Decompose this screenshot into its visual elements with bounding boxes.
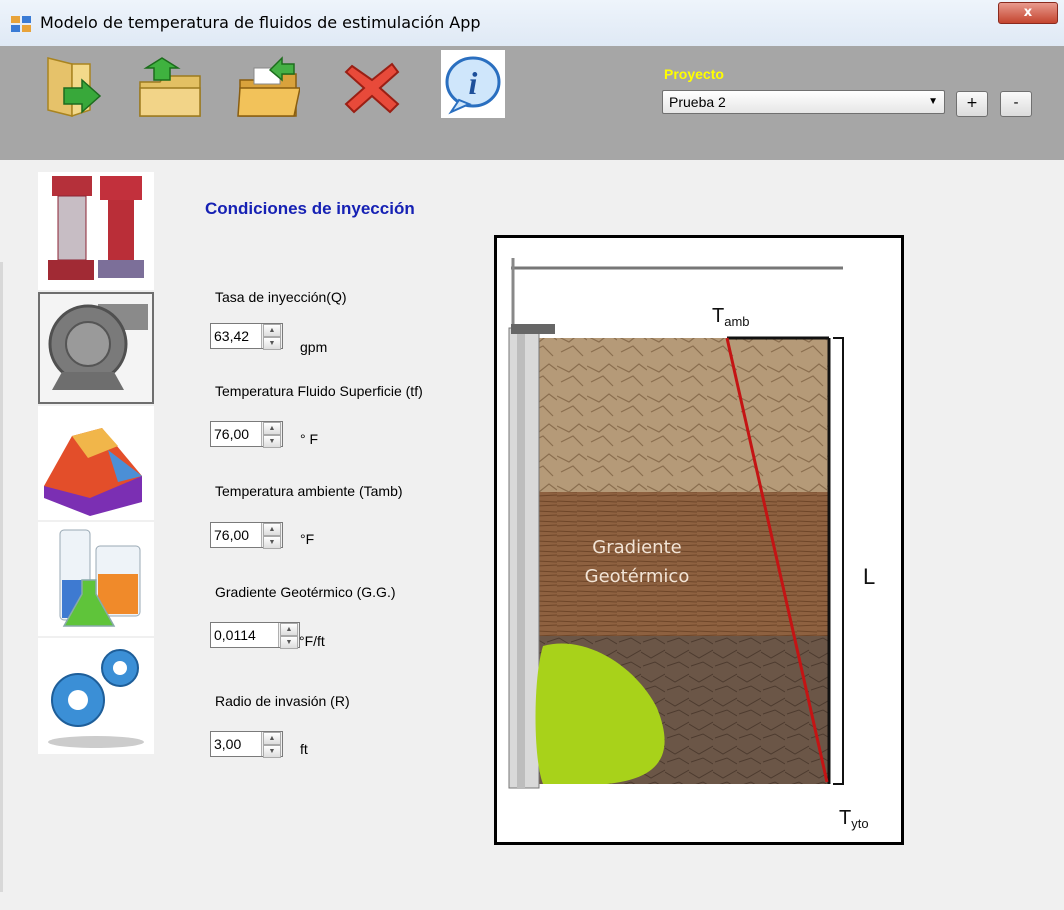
chevron-down-icon: ▼	[928, 96, 938, 107]
length-label: L	[863, 564, 875, 589]
invasion-radius-value: 3,00	[214, 736, 242, 752]
well-diagram: Tamb Gradiente Geotérmico L Tyto	[494, 235, 904, 845]
delete-x-icon[interactable]	[340, 54, 404, 118]
gradient-input[interactable]: 0,0114 ▲ ▼	[210, 622, 300, 649]
field-label-ambient-temp: Temperatura ambiente (Tamb)	[215, 483, 403, 499]
sidebar-item-pump[interactable]	[38, 292, 154, 404]
spinner[interactable]: ▲ ▼	[261, 523, 282, 549]
unit-f-2: °F	[300, 531, 315, 547]
left-edge	[0, 262, 3, 892]
info-icon[interactable]: i	[441, 50, 505, 118]
ambient-temp-input[interactable]: 76,00 ▲ ▼	[210, 522, 283, 549]
window-bottom	[0, 892, 1064, 910]
gears-icon	[48, 649, 144, 748]
project-label: Proyecto	[664, 66, 724, 82]
sidebar-item-pipes[interactable]	[38, 172, 154, 290]
surface-plot-icon	[44, 428, 142, 516]
ambient-temp-value: 76,00	[214, 527, 250, 543]
field-label-injection-rate: Tasa de inyección(Q)	[215, 289, 347, 305]
window-title: Modelo de temperatura de fluidos de esti…	[40, 13, 481, 32]
unit-f-ft: °F/ft	[299, 633, 325, 649]
app-icon	[11, 16, 31, 32]
svg-text:i: i	[469, 65, 478, 101]
t-yto-label: Tyto	[839, 807, 869, 831]
close-button[interactable]: x	[998, 2, 1058, 24]
geothermal-diagram: Tamb Gradiente Geotérmico L Tyto	[508, 258, 875, 831]
field-label-invasion-radius: Radio de invasión (R)	[215, 693, 350, 709]
gradient-label-1: Gradiente	[592, 537, 681, 558]
sidebar-item-lab[interactable]	[38, 522, 154, 636]
remove-project-button[interactable]: -	[1000, 91, 1032, 117]
invasion-radius-input[interactable]: 3,00 ▲ ▼	[210, 731, 283, 758]
save-folder-icon[interactable]	[236, 54, 300, 118]
t-amb-label: Tamb	[712, 305, 750, 329]
toolbar: i Proyecto Prueba 2 ▼ + -	[0, 46, 1064, 160]
open-folder-icon[interactable]	[42, 54, 106, 118]
sidebar-item-settings[interactable]	[38, 638, 154, 754]
field-label-gradient: Gradiente Geotérmico (G.G.)	[215, 584, 396, 600]
pipes-icon	[48, 176, 144, 280]
field-label-surface-temp: Temperatura Fluido Superficie (tf)	[215, 383, 423, 399]
section-title: Condiciones de inyección	[205, 199, 415, 218]
title-bar: Modelo de temperatura de fluidos de esti…	[0, 0, 1064, 47]
upload-folder-icon[interactable]	[138, 54, 202, 118]
injection-rate-value: 63,42	[214, 328, 250, 344]
spinner[interactable]: ▲ ▼	[261, 422, 282, 448]
spinner[interactable]: ▲ ▼	[261, 324, 282, 350]
spinner[interactable]: ▲ ▼	[278, 623, 299, 649]
lab-beakers-icon	[59, 529, 141, 627]
project-value: Prueba 2	[669, 94, 726, 110]
surface-temp-value: 76,00	[214, 426, 250, 442]
surface-temp-input[interactable]: 76,00 ▲ ▼	[210, 421, 283, 448]
unit-ft: ft	[300, 741, 308, 757]
gradient-value: 0,0114	[214, 627, 256, 643]
add-project-button[interactable]: +	[956, 91, 988, 117]
injection-rate-input[interactable]: 63,42 ▲ ▼	[210, 323, 283, 350]
gradient-label-2: Geotérmico	[585, 566, 690, 587]
spinner[interactable]: ▲ ▼	[261, 732, 282, 758]
project-dropdown[interactable]: Prueba 2 ▼	[662, 90, 945, 114]
unit-gpm: gpm	[300, 339, 328, 355]
pump-icon	[48, 304, 148, 390]
sidebar-item-surface-plot[interactable]	[38, 406, 154, 520]
unit-f: ° F	[300, 431, 319, 447]
